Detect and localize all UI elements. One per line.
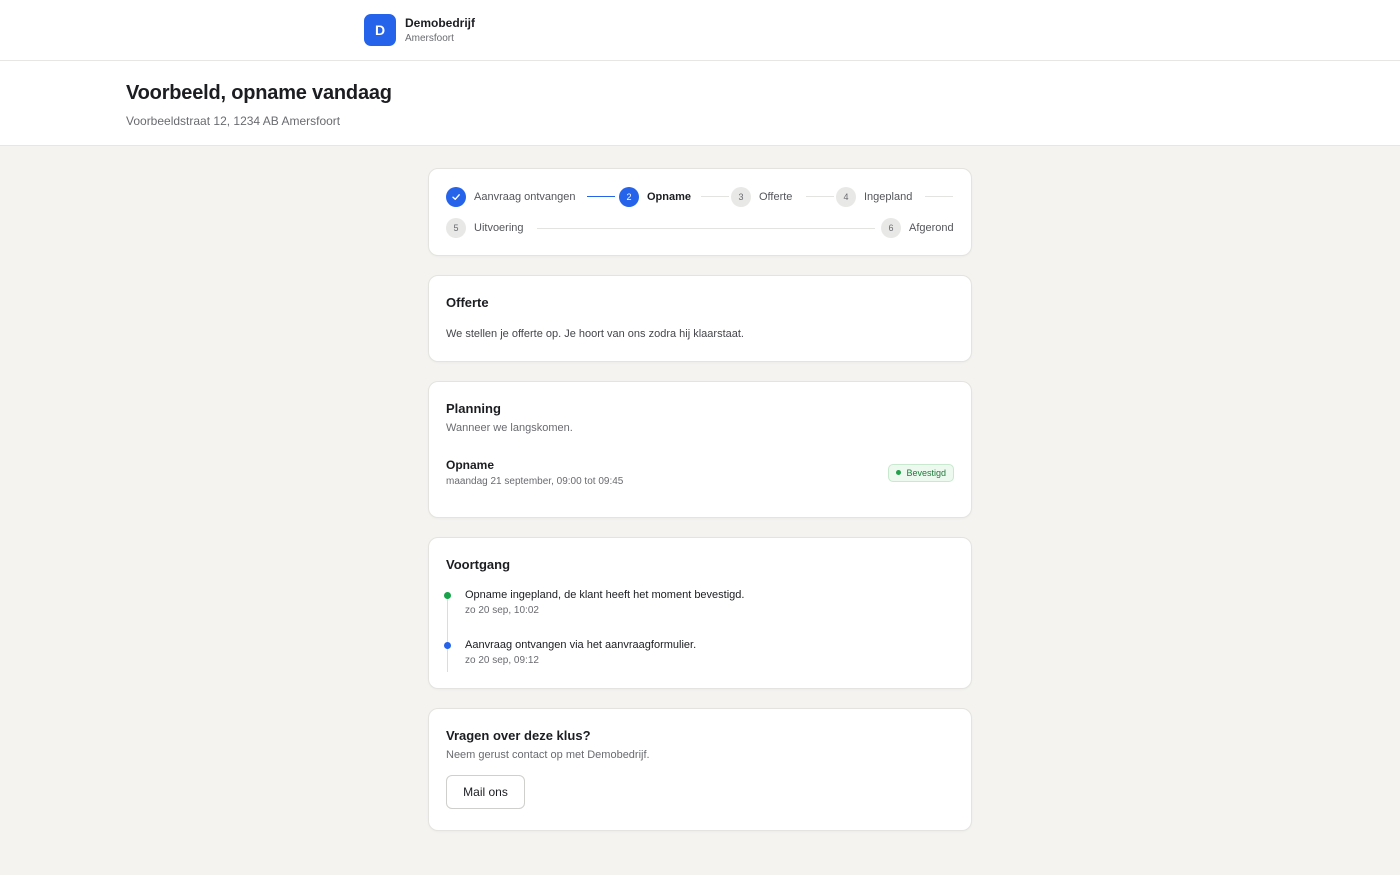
appointment-info: Opname maandag 21 september, 09:00 tot 0… bbox=[446, 458, 623, 487]
step-label: Uitvoering bbox=[474, 222, 524, 234]
offerte-title: Offerte bbox=[446, 295, 489, 310]
status-badge: Bevestigd bbox=[888, 463, 954, 482]
company-info: Demobedrijf Amersfoort bbox=[405, 15, 475, 46]
timeline-dot-icon bbox=[444, 642, 451, 649]
voortgang-title: Voortgang bbox=[446, 557, 511, 572]
step-opname: 2 Opname bbox=[619, 187, 691, 207]
company-name: Demobedrijf bbox=[405, 15, 476, 30]
appointment-name: Opname bbox=[446, 458, 495, 472]
page-title: Voorbeeld, opname vandaag bbox=[126, 82, 392, 104]
offerte-card: Offerte We stellen je offerte op. Je hoo… bbox=[428, 275, 972, 362]
appointment-row: Opname maandag 21 september, 09:00 tot 0… bbox=[446, 458, 954, 487]
status-dot-icon bbox=[896, 470, 902, 475]
step-uitvoering: 5 Uitvoering bbox=[446, 218, 524, 238]
timeline-text: Opname ingepland, de klant heeft het mom… bbox=[465, 589, 745, 601]
step-number: 6 bbox=[881, 218, 901, 238]
mail-button[interactable]: Mail ons bbox=[446, 775, 525, 809]
step-number: 3 bbox=[731, 187, 751, 207]
progress-stepper: Aanvraag ontvangen 2 Opname 3 Offerte 4 … bbox=[428, 168, 972, 256]
offerte-message: We stellen je offerte op. Je hoort van o… bbox=[446, 328, 744, 340]
timeline-time: zo 20 sep, 10:02 bbox=[465, 605, 539, 616]
step-number: 4 bbox=[836, 187, 856, 207]
step-label: Opname bbox=[647, 191, 692, 203]
step-afgerond: 6 Afgerond bbox=[881, 218, 954, 238]
top-bar: D Demobedrijf Amersfoort bbox=[0, 0, 1400, 61]
planning-subtitle: Wanneer we langskomen. bbox=[446, 422, 573, 434]
step-ingepland: 4 Ingepland bbox=[836, 187, 912, 207]
company-city: Amersfoort bbox=[405, 32, 454, 44]
main-content: Aanvraag ontvangen 2 Opname 3 Offerte 4 … bbox=[428, 168, 972, 850]
contact-subtitle: Neem gerust contact op met Demobedrijf. bbox=[446, 749, 650, 761]
step-connector bbox=[701, 196, 729, 197]
check-icon bbox=[446, 187, 466, 207]
step-number: 5 bbox=[446, 218, 466, 238]
timeline-text: Aanvraag ontvangen via het aanvraagformu… bbox=[465, 639, 697, 651]
step-label: Offerte bbox=[759, 191, 793, 203]
contact-card: Vragen over deze klus? Neem gerust conta… bbox=[428, 708, 972, 831]
contact-title: Vragen over deze klus? bbox=[446, 728, 591, 743]
timeline-item: Opname ingepland, de klant heeft het mom… bbox=[444, 588, 954, 616]
step-label: Ingepland bbox=[864, 191, 913, 203]
timeline-dot-icon bbox=[444, 592, 451, 599]
planning-title: Planning bbox=[446, 401, 501, 416]
step-aanvraag-ontvangen: Aanvraag ontvangen bbox=[446, 187, 576, 207]
progress-timeline: Opname ingepland, de klant heeft het mom… bbox=[444, 588, 954, 672]
step-connector bbox=[537, 228, 875, 229]
step-connector bbox=[806, 196, 834, 197]
step-label: Aanvraag ontvangen bbox=[474, 191, 576, 203]
step-label: Afgerond bbox=[909, 222, 954, 234]
job-header: Voorbeeld, opname vandaag Voorbeeldstraa… bbox=[0, 61, 1400, 146]
appointment-time: maandag 21 september, 09:00 tot 09:45 bbox=[446, 476, 624, 487]
company-brand: D Demobedrijf Amersfoort bbox=[364, 14, 475, 46]
step-connector bbox=[587, 196, 615, 197]
timeline-item: Aanvraag ontvangen via het aanvraagformu… bbox=[444, 638, 954, 666]
step-connector bbox=[925, 196, 953, 197]
status-label: Bevestigd bbox=[906, 467, 946, 478]
job-address: Voorbeeldstraat 12, 1234 AB Amersfoort bbox=[126, 114, 341, 128]
voortgang-card: Voortgang Opname ingepland, de klant hee… bbox=[428, 537, 972, 689]
timeline-time: zo 20 sep, 09:12 bbox=[465, 655, 539, 666]
step-offerte: 3 Offerte bbox=[731, 187, 792, 207]
step-number: 2 bbox=[619, 187, 639, 207]
planning-card: Planning Wanneer we langskomen. Opname m… bbox=[428, 381, 972, 518]
company-logo: D bbox=[364, 14, 396, 46]
